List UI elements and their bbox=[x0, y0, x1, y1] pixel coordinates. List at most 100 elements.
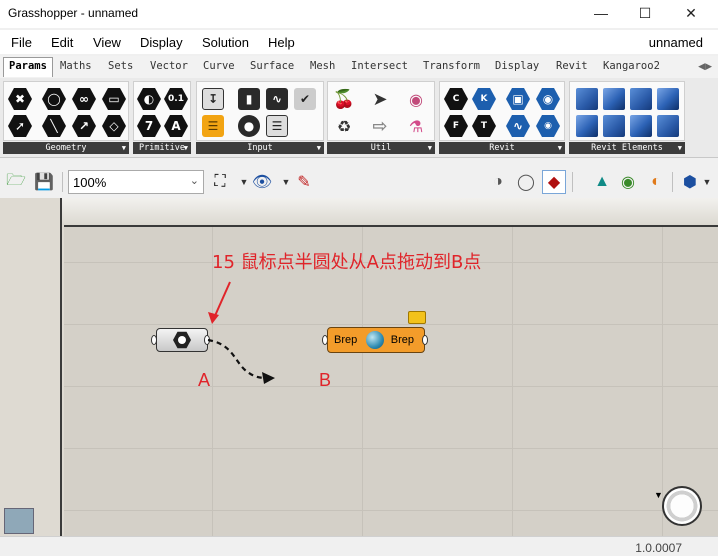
text-param-icon[interactable]: A bbox=[164, 114, 188, 138]
menu-file[interactable]: File bbox=[11, 35, 32, 50]
warning-flag-icon[interactable] bbox=[408, 311, 426, 324]
instruction-annotation: 15 鼠标点半圆处从A点拖动到B点 bbox=[212, 252, 482, 273]
bake-icon[interactable]: ▲ bbox=[590, 170, 614, 194]
save-file-icon[interactable]: 💾 bbox=[32, 170, 56, 194]
component-tab-bar: Params Maths Sets Vector Curve Surface M… bbox=[0, 56, 718, 78]
tab-scroll-icon[interactable]: ◀▶ bbox=[698, 61, 712, 72]
flask-icon[interactable]: ⚗ bbox=[404, 114, 428, 138]
sketch-pen-icon[interactable]: ✎ bbox=[292, 170, 316, 194]
slider-input-icon[interactable]: ↧ bbox=[201, 87, 225, 111]
revit-solid-icon[interactable]: ◉ bbox=[536, 87, 560, 111]
polyline-param-icon[interactable]: ↗ bbox=[72, 114, 96, 138]
navigation-compass-icon[interactable] bbox=[662, 486, 702, 526]
revit-type-icon[interactable]: T bbox=[472, 114, 496, 138]
revit-element-floor-icon[interactable] bbox=[575, 114, 599, 138]
curve-param-icon[interactable]: ∞ bbox=[72, 87, 96, 111]
graph-mapper-icon[interactable]: ∿ bbox=[265, 87, 289, 111]
revit-element-grid-icon[interactable] bbox=[602, 87, 626, 111]
tab-sets[interactable]: Sets bbox=[108, 60, 133, 72]
revit-element-wall-icon[interactable] bbox=[575, 87, 599, 111]
menu-solution[interactable]: Solution bbox=[202, 35, 249, 50]
data-output-icon[interactable]: ➤ bbox=[368, 87, 392, 111]
minimize-icon[interactable]: — bbox=[578, 0, 624, 28]
close-icon[interactable]: ✕ bbox=[668, 0, 714, 28]
eye-icon[interactable]: 👁 bbox=[250, 170, 274, 194]
geometry-param-node[interactable] bbox=[156, 328, 208, 352]
point-param-icon[interactable]: ✖ bbox=[8, 87, 32, 111]
checklist-input-icon[interactable]: ✔ bbox=[293, 87, 317, 111]
line-param-icon[interactable]: ╲ bbox=[42, 114, 66, 138]
panel-expand-icon[interactable]: ▼ bbox=[558, 142, 562, 154]
revit-family-icon[interactable]: F bbox=[444, 114, 468, 138]
number-param-glyph: 0.1 bbox=[164, 87, 188, 111]
gradient-input-icon[interactable]: ☰ bbox=[201, 114, 225, 138]
panel-primitive: ◐ 0.1 7 A Primitive ▼ bbox=[133, 81, 191, 157]
panel-revit-elements: Revit Elements ▼ bbox=[569, 81, 685, 157]
tab-display[interactable]: Display bbox=[495, 60, 539, 72]
mesh-param-icon[interactable]: ◇ bbox=[102, 114, 126, 138]
maximize-icon[interactable]: ☐ bbox=[622, 0, 668, 28]
button-input-icon[interactable]: ● bbox=[237, 114, 261, 138]
zoom-extents-icon[interactable]: ⛶ bbox=[208, 170, 232, 194]
document-name: unnamed bbox=[648, 35, 703, 50]
revit-element-door-icon[interactable] bbox=[656, 114, 680, 138]
boolean-param-icon[interactable]: ◐ bbox=[137, 87, 161, 111]
revit-key-icon[interactable]: K bbox=[472, 87, 496, 111]
tab-transform[interactable]: Transform bbox=[423, 60, 480, 72]
circle-param-icon[interactable]: ◯ bbox=[42, 87, 66, 111]
number-param-icon[interactable]: 0.1 bbox=[164, 87, 188, 111]
vector-param-icon[interactable]: ➚ bbox=[8, 114, 32, 138]
integer-param-icon[interactable]: 7 bbox=[137, 114, 161, 138]
output-grip-semicircle[interactable] bbox=[204, 335, 210, 345]
revit-category-icon[interactable]: C bbox=[444, 87, 468, 111]
tab-intersect[interactable]: Intersect bbox=[351, 60, 408, 72]
revit-geometry-icon[interactable]: ▣ bbox=[506, 87, 530, 111]
cherry-picker-icon[interactable]: 🍒 bbox=[332, 87, 356, 111]
chevron-down-icon: ⌄ bbox=[189, 175, 199, 187]
data-input-icon[interactable]: ⇨ bbox=[368, 114, 392, 138]
value-list-icon[interactable]: ☰ bbox=[265, 114, 289, 138]
menu-view[interactable]: View bbox=[93, 35, 121, 50]
shaded-preview-icon[interactable]: ◆ bbox=[542, 170, 566, 194]
tab-surface[interactable]: Surface bbox=[250, 60, 294, 72]
menu-edit[interactable]: Edit bbox=[51, 35, 73, 50]
selection-preview-icon[interactable]: ◉ bbox=[616, 170, 640, 194]
brep-output-grip[interactable] bbox=[422, 335, 428, 345]
open-file-icon[interactable]: 🗁 bbox=[4, 170, 28, 194]
tab-vector[interactable]: Vector bbox=[150, 60, 188, 72]
menu-help[interactable]: Help bbox=[268, 35, 295, 50]
tab-maths[interactable]: Maths bbox=[60, 60, 92, 72]
panel-input: ↧ ▮ ∿ ✔ ☰ ● ☰ Input ▼ bbox=[196, 81, 324, 157]
preview-mode-icon[interactable]: ◑ bbox=[486, 170, 510, 194]
toggle-input-icon[interactable]: ▮ bbox=[237, 87, 261, 111]
canvas-navigator-icon[interactable] bbox=[4, 508, 34, 534]
tab-revit[interactable]: Revit bbox=[556, 60, 588, 72]
zoom-select[interactable]: 100% ⌄ bbox=[68, 170, 204, 194]
tree-icon[interactable]: ♻ bbox=[332, 114, 356, 138]
revit-element-beam-icon[interactable] bbox=[629, 114, 653, 138]
surface-param-icon[interactable]: ▭ bbox=[102, 87, 126, 111]
fitness-icon[interactable]: ◉ bbox=[404, 87, 428, 111]
mesh-settings-icon[interactable]: ⬢ bbox=[678, 170, 702, 194]
panel-expand-icon[interactable]: ▼ bbox=[428, 142, 432, 154]
panel-expand-icon[interactable]: ▼ bbox=[678, 142, 682, 154]
wireframe-preview-icon[interactable]: ◯ bbox=[514, 170, 538, 194]
material-preview-icon[interactable]: ◐ bbox=[644, 170, 668, 194]
chevron-down-icon[interactable]: ▼ bbox=[700, 170, 714, 194]
revit-parameter-icon[interactable]: ◉ bbox=[536, 114, 560, 138]
revit-surface-icon[interactable]: ∿ bbox=[506, 114, 530, 138]
menu-bar: File Edit View Display Solution Help unn… bbox=[0, 30, 718, 54]
panel-expand-icon[interactable]: ▼ bbox=[184, 142, 188, 154]
revit-element-box-icon[interactable] bbox=[629, 87, 653, 111]
revit-element-roof-icon[interactable] bbox=[602, 114, 626, 138]
tab-mesh[interactable]: Mesh bbox=[310, 60, 335, 72]
tab-curve[interactable]: Curve bbox=[203, 60, 235, 72]
brep-component-node[interactable]: Brep Brep bbox=[327, 327, 425, 353]
panel-label-revit-elements: Revit Elements bbox=[591, 143, 663, 153]
tab-params[interactable]: Params bbox=[3, 57, 53, 77]
tab-kangaroo2[interactable]: Kangaroo2 bbox=[603, 60, 660, 72]
panel-expand-icon[interactable]: ▼ bbox=[122, 142, 126, 154]
panel-expand-icon[interactable]: ▼ bbox=[317, 142, 321, 154]
menu-display[interactable]: Display bbox=[140, 35, 183, 50]
revit-element-column-icon[interactable] bbox=[656, 87, 680, 111]
